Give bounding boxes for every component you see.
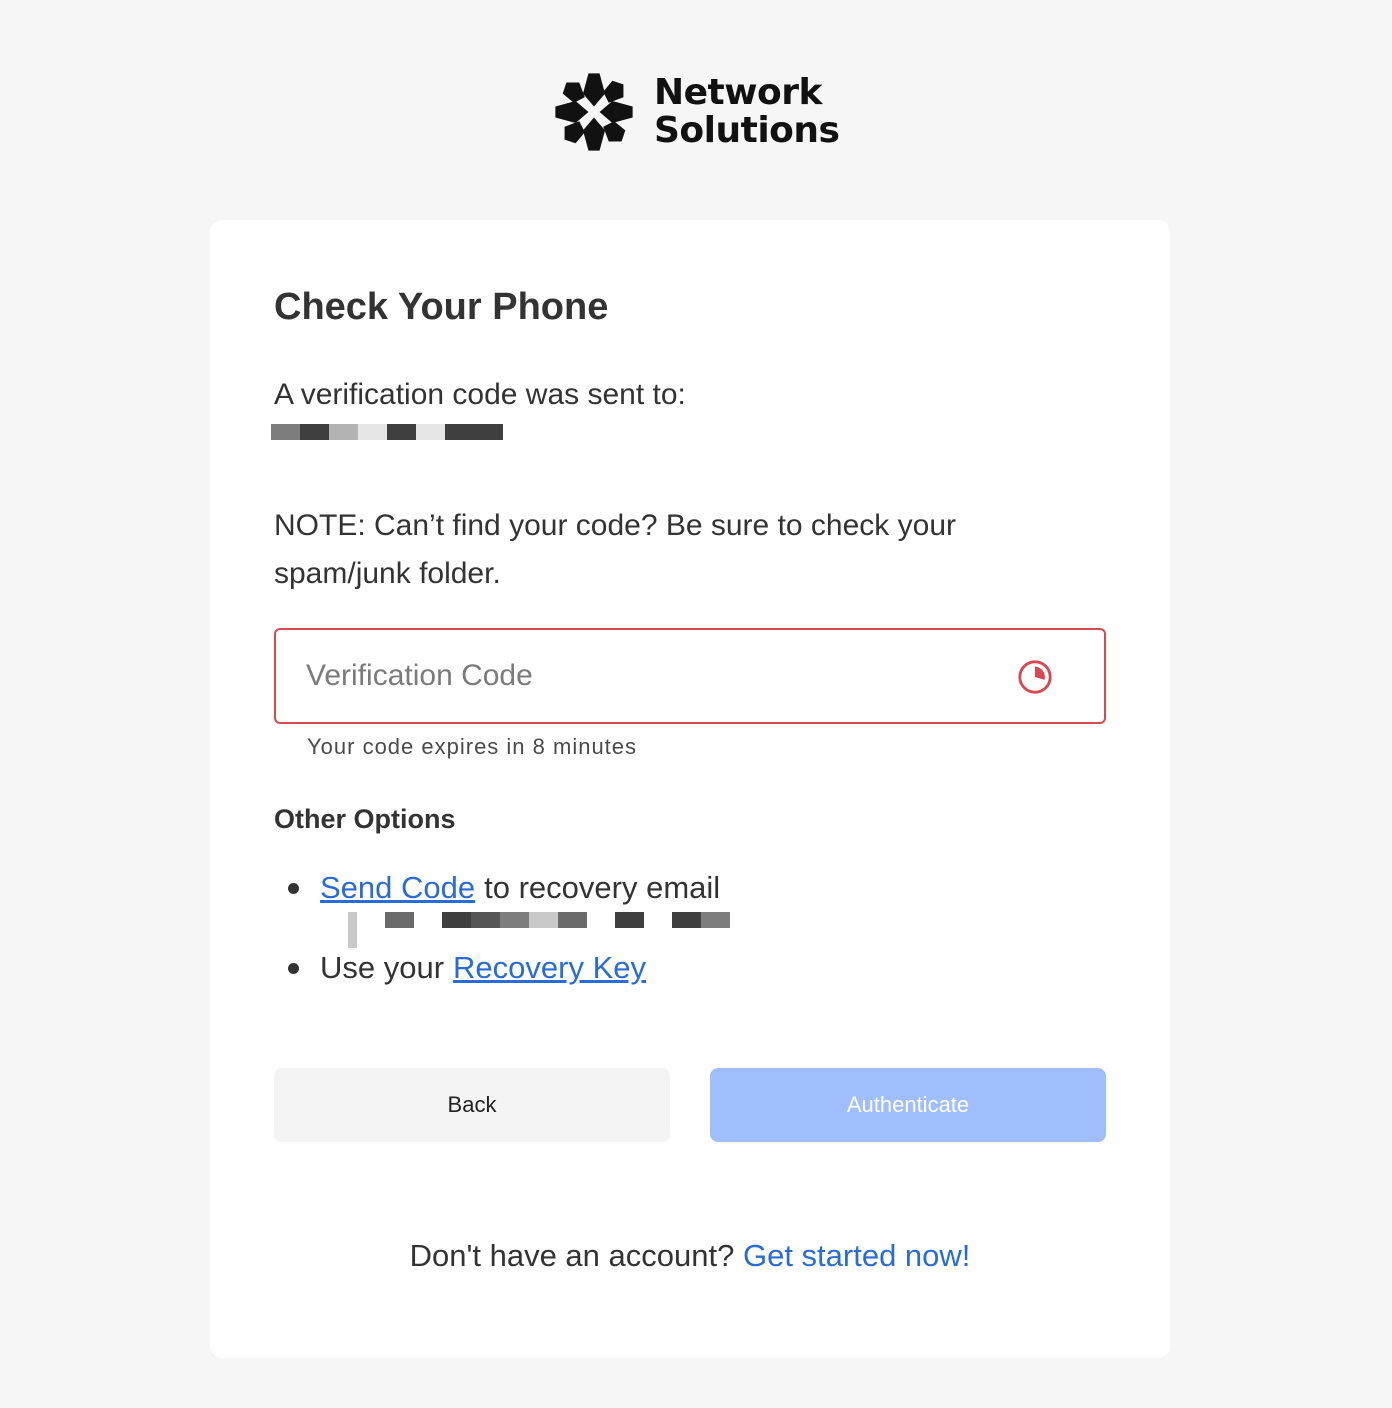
back-button[interactable]: Back	[274, 1068, 670, 1142]
option-send-code: Send Code to recovery email	[288, 870, 721, 906]
other-options-title: Other Options	[274, 804, 456, 834]
verification-code-input[interactable]	[306, 630, 1006, 722]
bullet-icon	[288, 882, 299, 894]
redacted-recovery-email	[348, 912, 730, 948]
bullet-icon	[288, 962, 299, 974]
option-recovery-key: Use your Recovery Key	[288, 950, 646, 986]
get-started-link[interactable]: Get started now!	[743, 1238, 970, 1273]
redacted-phone-number	[271, 424, 503, 440]
verification-code-field[interactable]	[274, 628, 1106, 724]
brand-name-line2: Solutions	[654, 110, 840, 151]
recovery-prefix: Use your	[320, 950, 445, 985]
network-solutions-logo-icon	[555, 73, 633, 151]
timer-icon	[1018, 660, 1052, 694]
recovery-key-link[interactable]: Recovery Key	[453, 950, 646, 986]
authenticate-button[interactable]: Authenticate	[710, 1068, 1106, 1142]
brand-name: Network Solutions	[654, 72, 840, 151]
page-title: Check Your Phone	[274, 286, 609, 328]
signup-prompt: Don't have an account? Get started now!	[210, 1238, 1170, 1274]
send-code-suffix: to recovery email	[484, 870, 721, 905]
brand-name-line1: Network	[654, 72, 822, 113]
verification-card: Check Your Phone A verification code was…	[210, 220, 1170, 1358]
spam-note: NOTE: Can’t find your code? Be sure to c…	[274, 509, 956, 590]
brand-logo[interactable]: Network Solutions	[548, 64, 840, 160]
code-expiry-text: Your code expires in 8 minutes	[307, 734, 638, 759]
signup-prompt-text: Don't have an account?	[409, 1238, 735, 1273]
sent-to-label: A verification code was sent to:	[274, 378, 686, 411]
send-code-link[interactable]: Send Code	[320, 870, 475, 906]
